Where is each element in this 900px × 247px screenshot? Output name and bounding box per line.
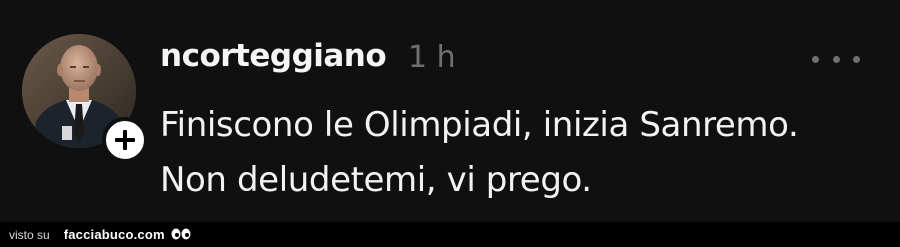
post-text: Finiscono le Olimpiadi, inizia Sanremo. … [160, 98, 860, 208]
more-options-button[interactable] [812, 50, 860, 68]
plus-icon [115, 130, 135, 150]
follow-button[interactable] [102, 117, 148, 163]
post-timestamp: 1 h [408, 40, 456, 75]
post-text-line: Non deludetemi, vi prego. [160, 160, 592, 200]
footer-prefix: visto su [9, 227, 50, 242]
post-card: ncorteggiano 1 h Finiscono le Olimpiadi,… [0, 0, 900, 222]
watermark-footer: visto su facciabuco.com [0, 222, 900, 247]
more-dot [812, 55, 819, 63]
post-text-line: Finiscono le Olimpiadi, inizia Sanremo. [160, 105, 799, 145]
username-link[interactable]: ncorteggiano [160, 38, 387, 74]
footer-site-link[interactable]: facciabuco.com [64, 227, 165, 242]
eyes-logo-icon [170, 227, 192, 243]
more-dot [853, 55, 860, 63]
more-dot [832, 55, 840, 63]
